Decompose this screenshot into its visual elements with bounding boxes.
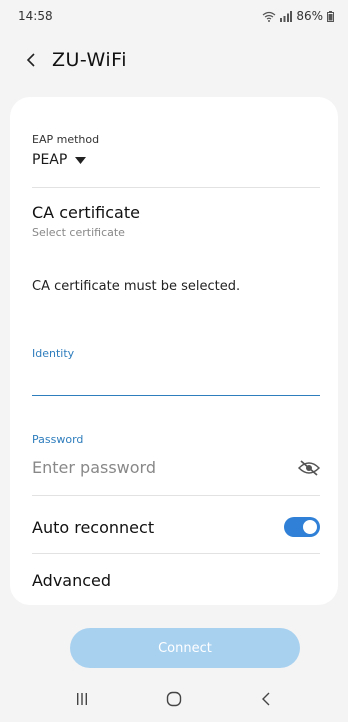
divider <box>32 553 320 554</box>
ca-certificate-value: Select certificate <box>32 226 125 239</box>
divider <box>32 495 320 496</box>
identity-field[interactable]: Identity <box>32 347 320 388</box>
ca-certificate-message: CA certificate must be selected. <box>32 279 241 294</box>
back-icon[interactable] <box>20 49 42 71</box>
identity-underline <box>32 395 320 396</box>
battery-percent: 86% <box>296 9 323 23</box>
status-icons: 86% <box>262 9 334 23</box>
recent-apps-button[interactable] <box>62 679 102 719</box>
wifi-icon <box>262 11 276 22</box>
eap-method[interactable]: EAP method PEAP <box>32 133 320 168</box>
status-time: 14:58 <box>18 9 53 23</box>
advanced-row[interactable]: Advanced <box>32 571 320 590</box>
home-button[interactable] <box>154 679 194 719</box>
eap-method-value: PEAP <box>32 152 68 168</box>
signal-icon <box>280 10 293 22</box>
identity-label: Identity <box>32 347 75 360</box>
header: ZU-WiFi <box>0 40 348 80</box>
password-input[interactable]: Enter password <box>32 458 156 477</box>
navigation-bar <box>0 676 348 722</box>
battery-icon <box>327 10 334 22</box>
recent-apps-icon <box>77 693 87 705</box>
password-field[interactable]: Password Enter password <box>32 433 320 477</box>
divider <box>32 187 320 188</box>
connect-button[interactable]: Connect <box>70 628 300 668</box>
eap-method-label: EAP method <box>32 133 100 146</box>
back-nav-button[interactable] <box>246 679 286 719</box>
auto-reconnect-label: Auto reconnect <box>32 517 155 537</box>
page-title: ZU-WiFi <box>52 49 127 71</box>
advanced-label: Advanced <box>32 571 112 590</box>
home-icon <box>166 691 182 707</box>
ca-certificate[interactable]: CA certificate Select certificate <box>32 203 320 239</box>
back-nav-icon <box>262 692 270 706</box>
password-label: Password <box>32 433 84 446</box>
toggle-knob <box>301 518 319 536</box>
auto-reconnect-toggle[interactable] <box>284 517 320 537</box>
status-bar: 14:58 86% <box>0 0 348 32</box>
eye-off-icon[interactable] <box>298 459 320 476</box>
identity-input[interactable] <box>32 366 320 388</box>
auto-reconnect-row[interactable]: Auto reconnect <box>32 517 320 537</box>
settings-card: EAP method PEAP CA certificate Select ce… <box>10 97 338 605</box>
dropdown-arrow-icon <box>75 156 87 164</box>
ca-certificate-label: CA certificate <box>32 203 140 222</box>
